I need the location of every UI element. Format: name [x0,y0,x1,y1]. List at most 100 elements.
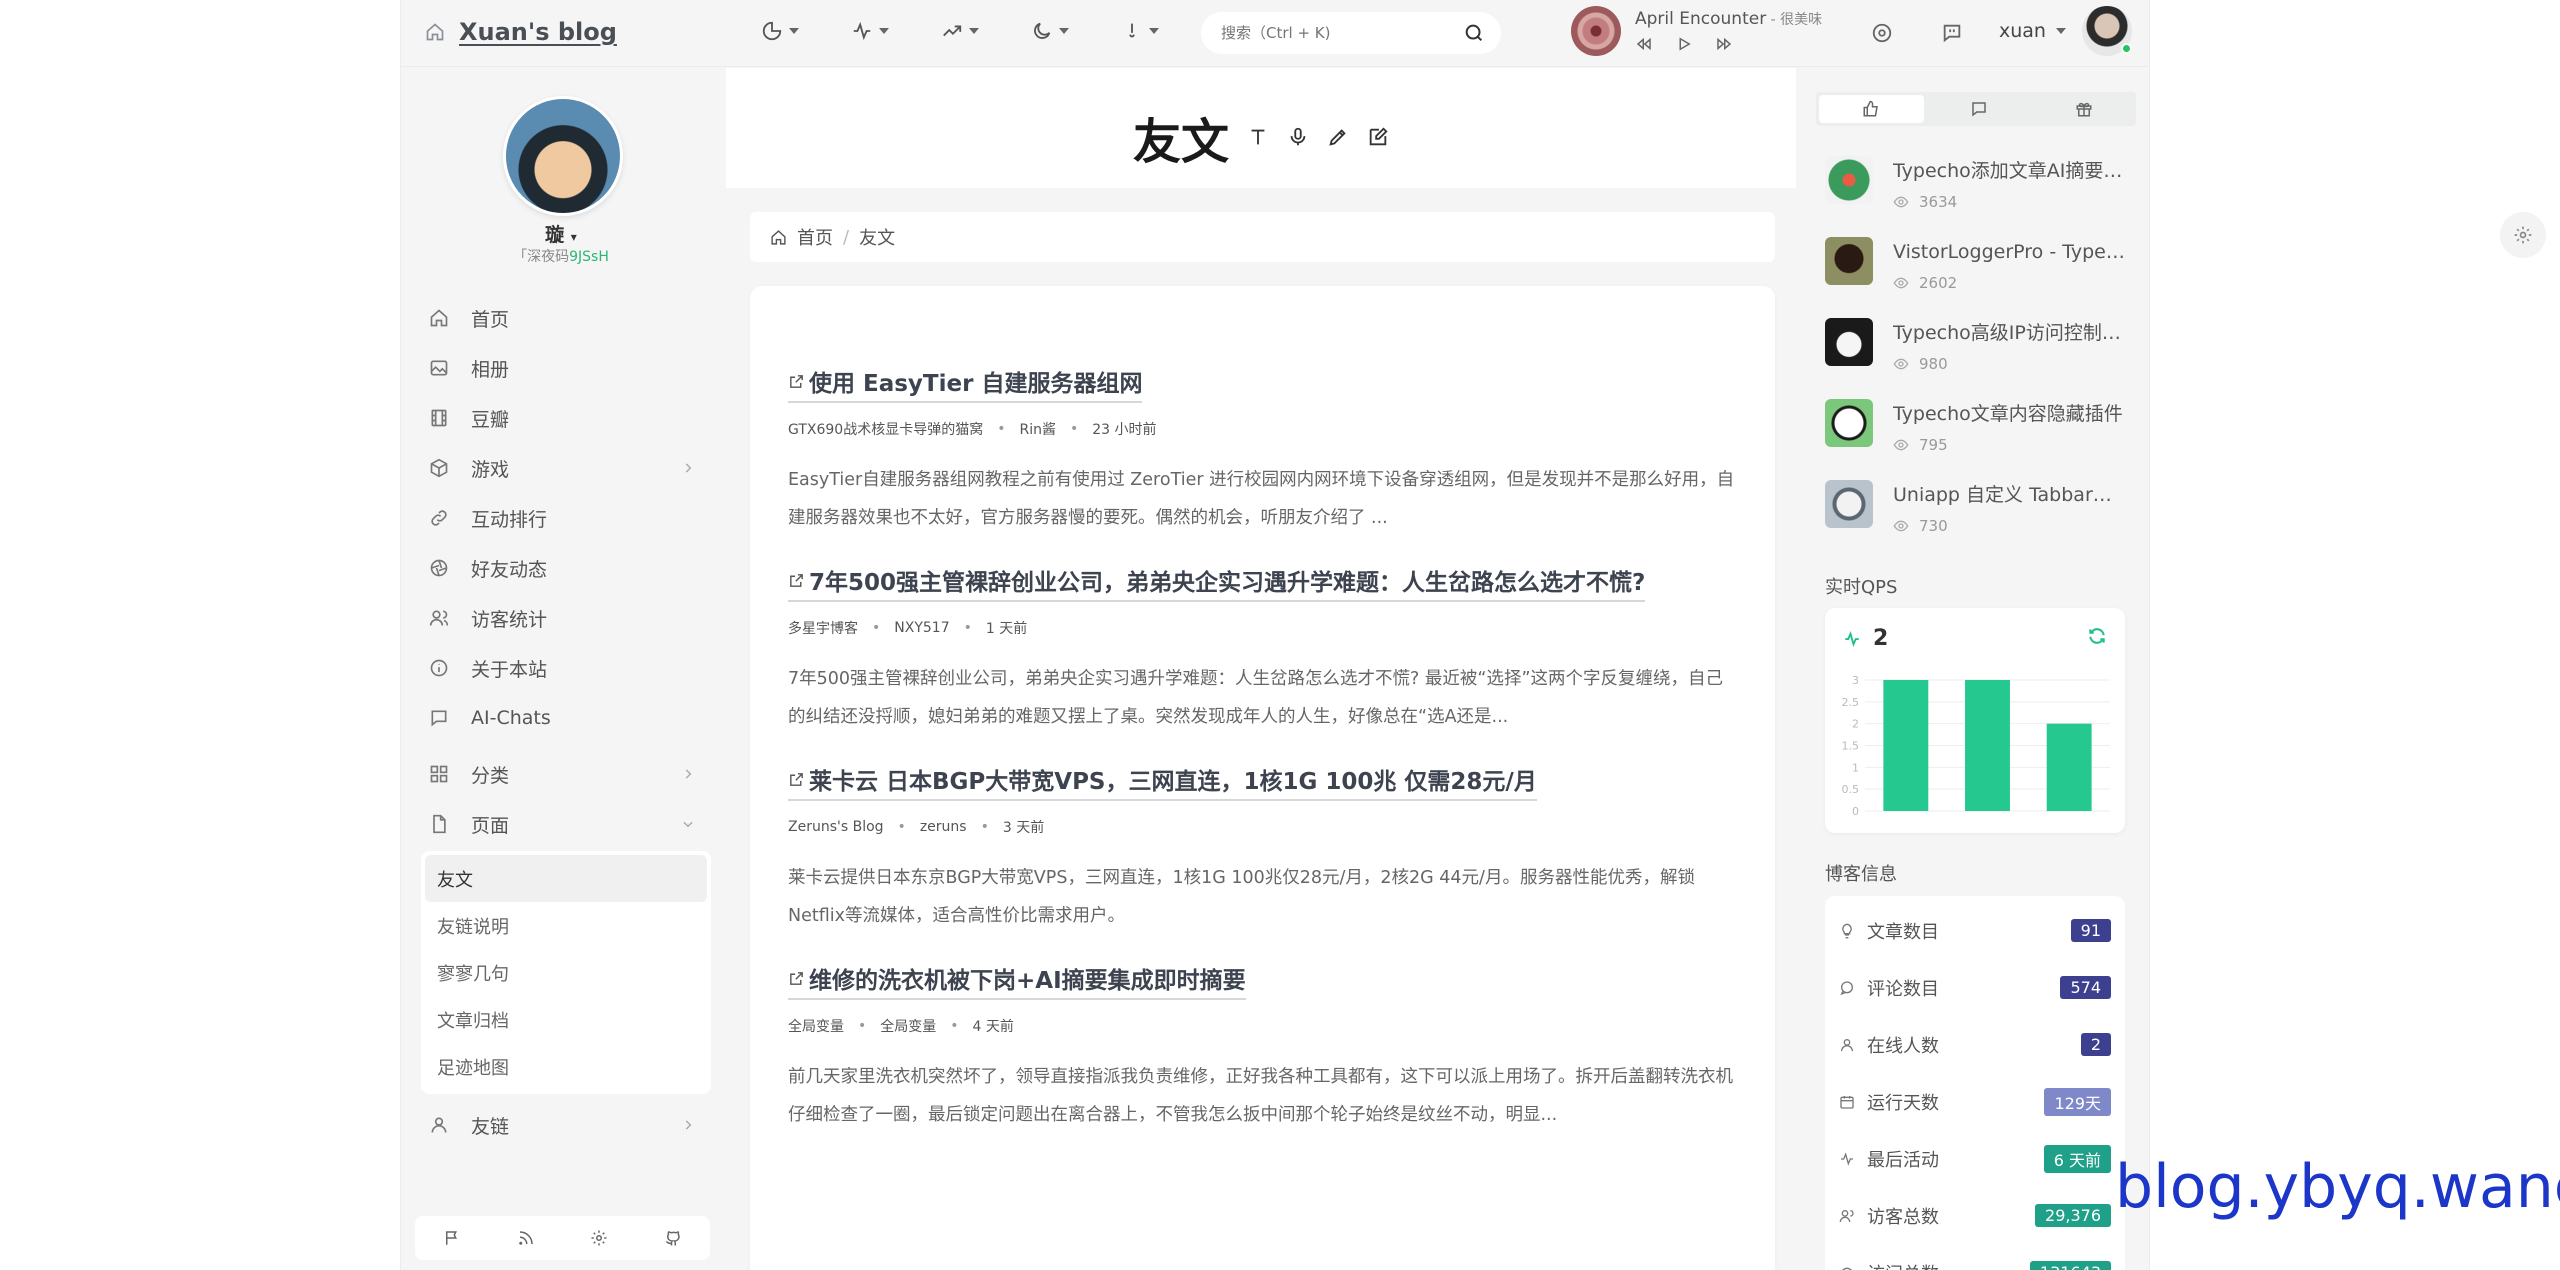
image-icon [430,360,448,376]
sidebar-item-games[interactable]: 游戏 [421,443,711,493]
gift-icon [2076,102,2092,117]
profile-name[interactable]: 璇 ▾ [401,220,721,247]
settings-icon[interactable] [590,1229,608,1247]
album-cover[interactable] [1571,6,1621,56]
popular-post-title[interactable]: Typecho添加文章AI摘要插件 [1893,156,2125,183]
user-menu[interactable]: xuan [1999,6,2132,56]
message-icon[interactable] [1941,22,1963,44]
tab-comments[interactable] [1927,92,2032,126]
popular-post-title[interactable]: VistorLoggerPro - Typecho插件 [1893,237,2125,264]
song-artist: - 很美味 [1766,12,1823,28]
list-item[interactable]: Typecho添加文章AI摘要插件 3634 [1825,156,2125,237]
activity-menu[interactable] [851,20,889,42]
sidebar-item-home[interactable]: 首页 [421,293,711,343]
external-link-icon [790,573,803,587]
site-title[interactable]: Xuan's blog [459,18,617,46]
avatar[interactable] [2081,6,2132,56]
view-count: 2602 [1893,274,2125,292]
tab-gifts[interactable] [2031,92,2136,126]
list-item: 7年500强主管裸辞创业公司，弟弟央企实习遇升学难题：人生岔路怎么选才不慌? 多… [788,563,1737,736]
qps-bar [2046,723,2092,811]
flag-icon[interactable] [443,1229,461,1247]
popular-posts-list: Typecho添加文章AI摘要插件 3634 VistorLoggerPro -… [1825,156,2125,561]
sidebar-item-ai-chats[interactable]: AI-Chats [421,693,711,743]
search-icon[interactable] [1463,22,1485,44]
external-link-icon [790,971,803,985]
sidebar-item-about[interactable]: 关于本站 [421,643,711,693]
header-nav [761,20,1159,42]
post-time: 3 天前 [1002,820,1045,836]
cube-icon [430,458,448,478]
chevron-right-icon [685,463,692,473]
play-icon[interactable] [1675,35,1693,53]
page-header: 友文 [726,92,1796,182]
post-title-link[interactable]: 维修的洗衣机被下岗+AI摘要集成即时摘要 [788,961,1246,1000]
submenu-item-links-info[interactable]: 友链说明 [425,902,707,949]
popular-post-title[interactable]: Typecho高级IP访问控制插件 [1893,318,2125,345]
post-title-link[interactable]: 莱卡云 日本BGP大带宽VPS，三网直连，1核1G 100兆 仅需28元/月 [788,762,1537,801]
list-item[interactable]: Typecho文章内容隐藏插件 795 [1825,399,2125,480]
post-thumbnail [1825,318,1873,366]
qps-bar [1965,680,2010,811]
edit-icon[interactable] [1367,126,1389,148]
search-box[interactable] [1201,12,1501,54]
list-item[interactable]: Uniapp 自定义 Tabbar组件 730 [1825,480,2125,561]
post-title-link[interactable]: 7年500强主管裸辞创业公司，弟弟央企实习遇升学难题：人生岔路怎么选才不慌? [788,563,1646,602]
thermometer-menu[interactable] [1121,20,1159,42]
submenu-item-notes[interactable]: 寥寥几句 [425,949,707,996]
gear-icon [2514,226,2532,244]
popular-post-title[interactable]: Typecho文章内容隐藏插件 [1893,399,2125,426]
theme-menu[interactable] [1031,20,1069,42]
profile-avatar[interactable] [503,96,623,216]
search-input[interactable] [1221,24,1441,42]
posts-card: 使用 EasyTier 自建服务器组网 GTX690战术核显卡导弹的猫窝 • Rin… [750,286,1775,1270]
breadcrumb-home[interactable]: 首页 [797,224,833,250]
floating-settings-button[interactable] [2500,212,2546,258]
popular-post-title[interactable]: Uniapp 自定义 Tabbar组件 [1893,480,2125,507]
left-sidebar: 璇 ▾ 「深夜码9JSsH 首页 相册 豆瓣 游戏 互动排行 好友动态 访客统计… [401,68,721,1270]
tab-popular[interactable] [1819,95,1924,123]
post-excerpt: 前几天家里洗衣机突然坏了，领导直接指派我负责维修，正好我各种工具都有，这下可以派… [788,1067,1733,1125]
post-source[interactable]: 全局变量 [788,1016,844,1036]
header-username[interactable]: xuan [1999,20,2046,42]
post-source[interactable]: Zeruns's Blog [788,819,884,835]
target-icon[interactable] [1871,22,1893,44]
post-source[interactable]: 多星宇博客 [788,618,858,638]
pen-icon[interactable] [1327,126,1349,148]
trend-icon [943,25,962,37]
list-item[interactable]: Typecho高级IP访问控制插件 980 [1825,318,2125,399]
chevron-right-icon [685,1120,692,1130]
post-title-link[interactable]: 使用 EasyTier 自建服务器组网 [788,364,1143,403]
submenu-item-archive[interactable]: 文章归档 [425,996,707,1043]
microphone-icon[interactable] [1287,126,1309,148]
rss-icon[interactable] [517,1229,535,1247]
stats-menu[interactable] [761,20,799,42]
stat-posts: 文章数目 91 [1839,902,2111,959]
sidebar-item-pages[interactable]: 页面 [421,799,711,849]
submenu-item-footprint-map[interactable]: 足迹地图 [425,1043,707,1090]
chevron-down-icon [879,28,889,34]
sidebar-item-visitor-stats[interactable]: 访客统计 [421,593,711,643]
previous-icon[interactable] [1635,35,1653,53]
site-logo[interactable]: Xuan's blog [425,18,617,46]
sidebar-item-ranking[interactable]: 互动排行 [421,493,711,543]
text-size-icon[interactable] [1247,126,1269,148]
sidebar-item-friends-feed[interactable]: 好友动态 [421,543,711,593]
stat-online: 在线人数 2 [1839,1016,2111,1073]
github-icon[interactable] [664,1229,682,1247]
sidebar-item-douban[interactable]: 豆瓣 [421,393,711,443]
home-icon [426,23,444,41]
next-icon[interactable] [1715,35,1733,53]
breadcrumb: 首页 / 友文 [750,212,1775,262]
trend-menu[interactable] [941,20,979,42]
post-excerpt: EasyTier自建服务器组网教程之前有使用过 ZeroTier 进行校园网内网… [788,470,1735,528]
sidebar-item-friend-links[interactable]: 友链 [421,1100,711,1150]
widget-tabs [1816,92,2136,126]
sidebar-item-album[interactable]: 相册 [421,343,711,393]
list-item[interactable]: VistorLoggerPro - Typecho插件 2602 [1825,237,2125,318]
bulb-icon [1842,923,1852,938]
sidebar-item-category[interactable]: 分类 [421,749,711,799]
post-source[interactable]: GTX690战术核显卡导弹的猫窝 [788,419,983,439]
submenu-item-friend-posts[interactable]: 友文 [425,855,707,902]
view-count: 3634 [1893,193,2125,211]
